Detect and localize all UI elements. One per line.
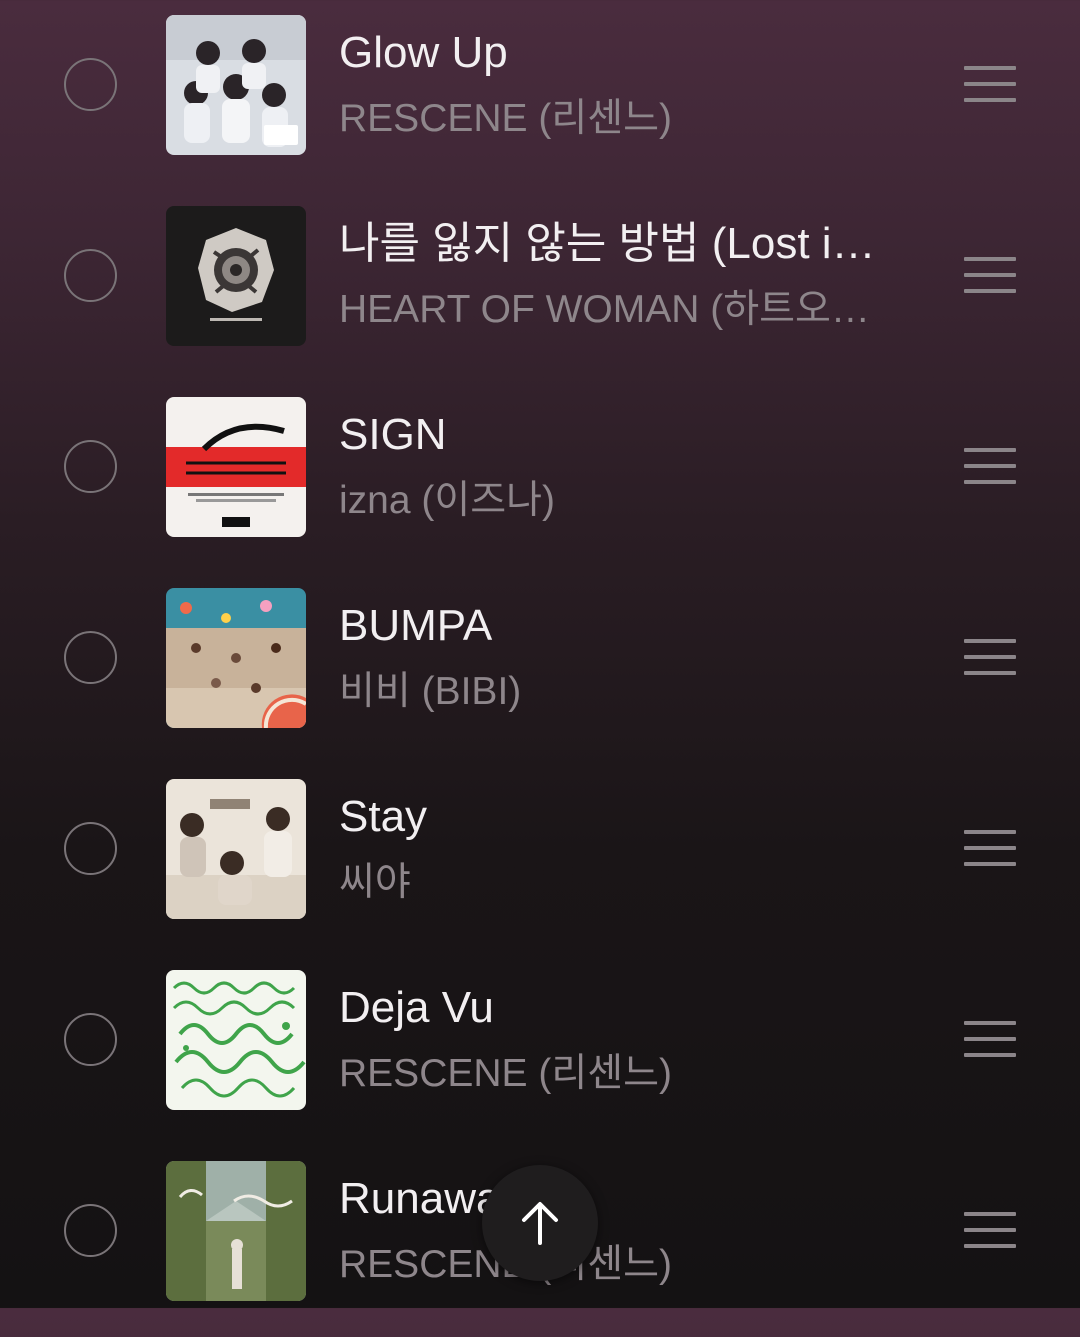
drag-handle-icon[interactable] [964,448,1016,486]
track-artist: 비비 (BIBI) [339,670,522,713]
track-row[interactable]: SIGN izna (이즈나) [0,382,1080,573]
select-radio[interactable] [64,249,117,302]
track-artist: izna (이즈나) [339,479,555,522]
drag-handle-icon[interactable] [964,1021,1016,1059]
album-cover [166,1161,306,1301]
select-radio[interactable] [64,1204,117,1257]
track-row[interactable]: BUMPA 비비 (BIBI) [0,573,1080,764]
album-cover [166,588,306,728]
track-artist: 씨야 [339,861,411,904]
album-cover [166,206,306,346]
scroll-to-top-button[interactable] [482,1165,598,1281]
arrow-up-icon [522,1202,558,1245]
track-title: Runaway [339,1174,523,1223]
select-radio[interactable] [64,822,117,875]
track-row[interactable]: Glow Up RESCENE (리센느) [0,0,1080,191]
drag-handle-icon[interactable] [964,639,1016,677]
drag-handle-icon[interactable] [964,257,1016,295]
album-cover [166,970,306,1110]
album-cover [166,15,306,155]
album-cover [166,397,306,537]
track-row[interactable]: Stay 씨야 [0,764,1080,955]
track-title: SIGN [339,410,447,459]
select-radio[interactable] [64,1013,117,1066]
track-artist: RESCENE (리센느) [339,1243,672,1286]
track-row[interactable]: Deja Vu RESCENE (리센느) [0,955,1080,1146]
track-title: Stay [339,792,428,841]
drag-handle-icon[interactable] [964,1212,1016,1250]
track-title: BUMPA [339,601,493,650]
album-cover [166,779,306,919]
track-artist: RESCENE (리센느) [339,1052,672,1095]
select-radio[interactable] [64,631,117,684]
playlist: Glow Up RESCENE (리센느) 나를 잃지 않는 방법 (Lost … [0,0,1080,1308]
select-radio[interactable] [64,58,117,111]
track-title: Deja Vu [339,983,494,1032]
track-title: Glow Up [339,28,508,77]
select-radio[interactable] [64,440,117,493]
track-row[interactable]: 나를 잃지 않는 방법 (Lost i… HEART OF WOMAN (하트오… [0,191,1080,382]
drag-handle-icon[interactable] [964,66,1016,104]
drag-handle-icon[interactable] [964,830,1016,868]
track-artist: RESCENE (리센느) [339,97,672,140]
track-title: 나를 잃지 않는 방법 (Lost i… [339,219,876,268]
track-artist: HEART OF WOMAN (하트오브… [339,288,899,331]
